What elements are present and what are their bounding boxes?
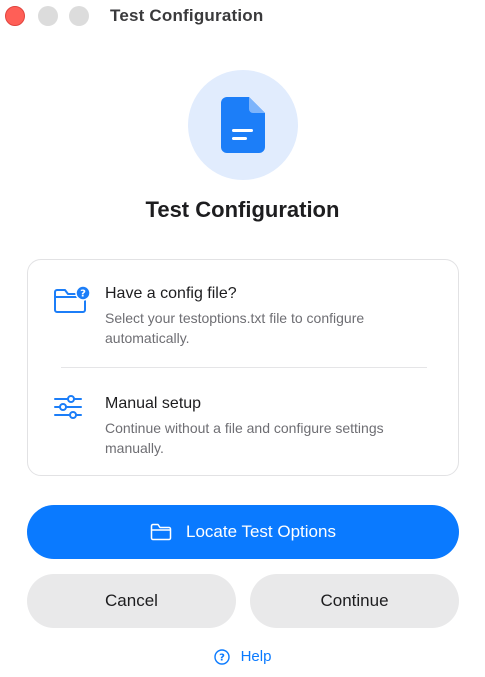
close-window-button[interactable] xyxy=(5,6,25,26)
option-config-file-description: Select your testoptions.txt file to conf… xyxy=(105,310,365,346)
help-link[interactable]: ? Help xyxy=(0,648,485,665)
options-divider xyxy=(61,367,427,368)
sliders-icon xyxy=(52,394,86,427)
question-circle-icon: ? xyxy=(213,648,230,665)
document-icon xyxy=(221,97,265,153)
options-card: ? Have a config file? Select your testop… xyxy=(27,259,459,476)
locate-test-options-button[interactable]: Locate Test Options xyxy=(27,505,459,559)
help-label: Help xyxy=(240,648,272,665)
folder-question-icon: ? xyxy=(52,284,92,321)
page-heading: Test Configuration xyxy=(145,197,340,222)
folder-icon xyxy=(150,523,172,541)
option-manual-setup-description: Continue without a file and configure se… xyxy=(105,420,384,456)
title-bar: Test Configuration xyxy=(0,0,485,32)
zoom-window-button[interactable] xyxy=(69,6,89,26)
option-config-file-title: Have a config file? xyxy=(105,285,237,302)
svg-text:?: ? xyxy=(80,289,86,300)
minimize-window-button[interactable] xyxy=(38,6,58,26)
window-title: Test Configuration xyxy=(110,6,264,25)
svg-text:?: ? xyxy=(219,652,225,663)
option-manual-setup-title: Manual setup xyxy=(105,395,202,412)
dialog-window: Test Configuration Test Configuration ? … xyxy=(0,0,485,677)
continue-button[interactable]: Continue xyxy=(250,574,459,628)
locate-test-options-label: Locate Test Options xyxy=(186,522,336,541)
cancel-button[interactable]: Cancel xyxy=(27,574,236,628)
hero-icon-badge xyxy=(188,70,298,180)
